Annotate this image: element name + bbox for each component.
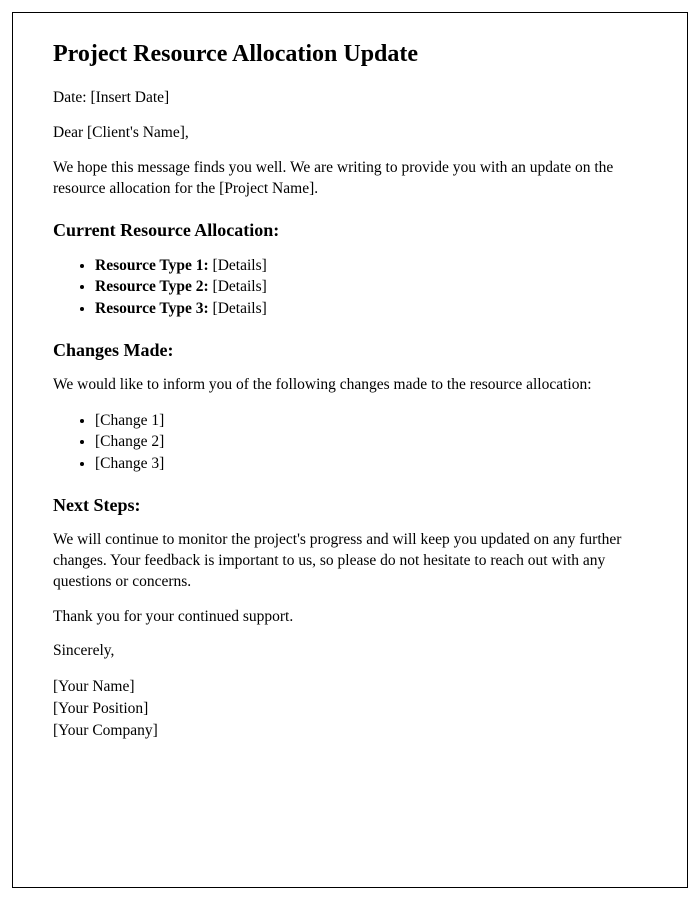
- list-item: Resource Type 3: [Details]: [95, 298, 647, 320]
- resource-value: [Details]: [209, 257, 267, 274]
- signature-position: [Your Position]: [53, 698, 647, 720]
- date-line: Date: [Insert Date]: [53, 88, 647, 109]
- list-item: [Change 3]: [95, 453, 647, 475]
- document-frame: Project Resource Allocation Update Date:…: [12, 12, 688, 888]
- list-item: Resource Type 1: [Details]: [95, 255, 647, 277]
- changes-list: [Change 1] [Change 2] [Change 3]: [95, 410, 647, 475]
- section-heading-current-allocation: Current Resource Allocation:: [53, 220, 647, 241]
- salutation: Dear [Client's Name],: [53, 123, 647, 144]
- next-steps-body: We will continue to monitor the project'…: [53, 530, 647, 593]
- resource-list: Resource Type 1: [Details] Resource Type…: [95, 255, 647, 320]
- resource-value: [Details]: [209, 278, 267, 295]
- list-item: [Change 2]: [95, 431, 647, 453]
- signature-company: [Your Company]: [53, 720, 647, 742]
- list-item: Resource Type 2: [Details]: [95, 276, 647, 298]
- section-heading-changes-made: Changes Made:: [53, 340, 647, 361]
- resource-value: [Details]: [209, 300, 267, 317]
- resource-label: Resource Type 1:: [95, 257, 209, 274]
- list-item: [Change 1]: [95, 410, 647, 432]
- intro-paragraph: We hope this message finds you well. We …: [53, 158, 647, 200]
- signature-block: [Your Name] [Your Position] [Your Compan…: [53, 676, 647, 741]
- page-title: Project Resource Allocation Update: [53, 41, 647, 68]
- thanks-line: Thank you for your continued support.: [53, 607, 647, 628]
- resource-label: Resource Type 2:: [95, 278, 209, 295]
- changes-intro: We would like to inform you of the follo…: [53, 375, 647, 396]
- resource-label: Resource Type 3:: [95, 300, 209, 317]
- signature-name: [Your Name]: [53, 676, 647, 698]
- closing-line: Sincerely,: [53, 641, 647, 662]
- section-heading-next-steps: Next Steps:: [53, 495, 647, 516]
